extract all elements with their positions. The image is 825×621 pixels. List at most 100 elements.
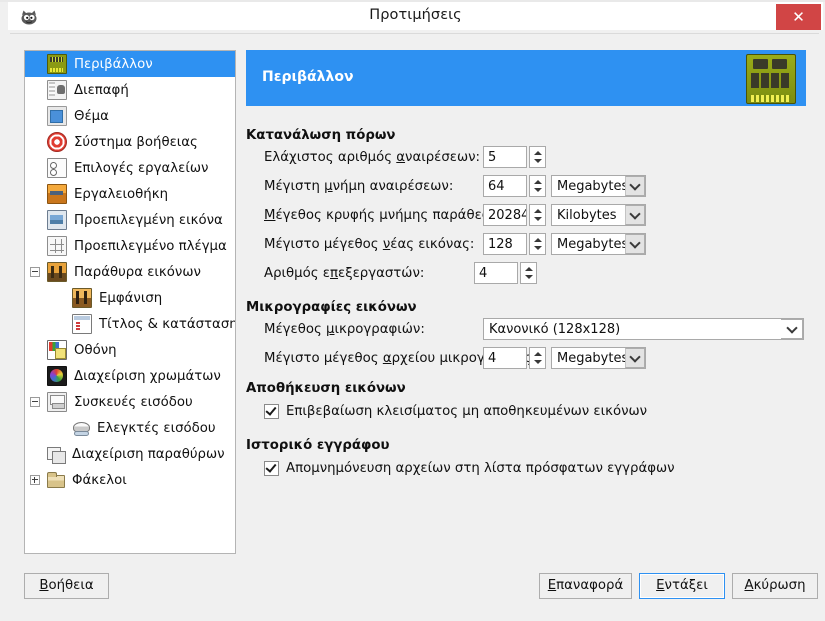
reset-button[interactable]: Επαναφορά	[539, 573, 632, 599]
help-button[interactable]: Βοήθεια	[24, 573, 109, 599]
label-tile-cache-size: Μέγεθος κρυφής μνήμης παράθεσης:	[264, 208, 511, 223]
input-tile-cache-size[interactable]: 2028424	[483, 204, 527, 226]
spinner-min-undo-levels[interactable]: 5	[483, 146, 546, 168]
dialog-footer: Βοήθεια Επαναφορά Εντάξει Ακύρωση	[10, 556, 819, 618]
sidebar-item-13[interactable]: Συσκευές εισόδου	[25, 389, 235, 415]
checkbox-label-keep-recent-documents: Απομνημόνευση αρχείων στη λίστα πρόσφατω…	[286, 461, 675, 476]
unit-value-max-thumbnail-filesize: Megabytes	[557, 350, 625, 366]
spinner-num-processors[interactable]: 4	[474, 262, 537, 284]
spinner-max-thumbnail-filesize[interactable]: 4	[483, 347, 546, 369]
interface-icon	[47, 80, 67, 100]
stepper-tile-cache-size[interactable]	[529, 204, 546, 226]
input-controllers-icon	[72, 419, 90, 437]
sidebar-item-9[interactable]: Εμφάνιση	[25, 285, 235, 311]
color-management-icon	[47, 366, 67, 386]
sidebar-item-15[interactable]: Διαχείριση παραθύρων	[25, 441, 235, 467]
spinner-max-undo-memory[interactable]: 64	[483, 175, 546, 197]
default-grid-icon	[47, 236, 67, 256]
toolbox-icon	[47, 184, 67, 204]
sidebar-item-1[interactable]: Διεπαφή	[25, 77, 235, 103]
sidebar-item-4[interactable]: Επιλογές εργαλείων	[25, 155, 235, 181]
stepper-max-new-image-size[interactable]	[529, 233, 546, 255]
chevron-down-icon[interactable]	[625, 348, 645, 368]
input-min-undo-levels[interactable]: 5	[483, 146, 527, 168]
sidebar-item-11[interactable]: Οθόνη	[25, 337, 235, 363]
input-max-undo-memory[interactable]: 64	[483, 175, 527, 197]
checkbox-confirm-close-unsaved[interactable]	[264, 404, 279, 419]
chevron-down-icon[interactable]	[781, 319, 803, 339]
sidebar-item-label: Παράθυρα εικόνων	[74, 264, 201, 280]
sidebar-item-16[interactable]: Φάκελοι	[25, 467, 235, 493]
checkbox-keep-recent-documents[interactable]	[264, 461, 279, 476]
stepper-max-thumbnail-filesize[interactable]	[529, 347, 546, 369]
sidebar-item-label: Διεπαφή	[74, 82, 129, 98]
cancel-button[interactable]: Ακύρωση	[732, 573, 818, 599]
sidebar-item-8[interactable]: Παράθυρα εικόνων	[25, 259, 235, 285]
sidebar-item-3[interactable]: Σύστημα βοήθειας	[25, 129, 235, 155]
stepper-max-undo-memory[interactable]	[529, 175, 546, 197]
chevron-down-icon[interactable]	[625, 176, 645, 196]
preferences-category-tree[interactable]: Περιβάλλον Διεπαφή Θέμα Σύστημα βοήθειας Επι…	[24, 50, 236, 554]
preferences-window: Προτιμήσεις ✕ Περιβάλλον Διεπαφή Θέμα Σύστη…	[0, 0, 825, 621]
checkbox-row-confirm-close-unsaved[interactable]: Επιβεβαίωση κλεισίματος μη αποθηκευμένων…	[264, 404, 647, 419]
chevron-down-icon[interactable]	[625, 234, 645, 254]
section-title-history: Ιστορικό εγγράφου	[246, 438, 390, 453]
memory-chip-icon	[47, 54, 67, 74]
sidebar-item-label: Φάκελοι	[72, 472, 127, 488]
sidebar-item-10[interactable]: Τίτλος & κατάσταση	[25, 311, 235, 337]
stepper-min-undo-levels[interactable]	[529, 146, 546, 168]
select-thumbnail-size[interactable]: Κανονικό (128x128)	[483, 318, 804, 340]
input-devices-icon	[47, 392, 67, 412]
sidebar-item-label: Ελεγκτές εισόδου	[97, 420, 216, 436]
sidebar-item-2[interactable]: Θέμα	[25, 103, 235, 129]
sidebar-item-5[interactable]: Εργαλειοθήκη	[25, 181, 235, 207]
label-num-processors: Αριθμός επεξεργαστών:	[264, 266, 425, 281]
sidebar-item-6[interactable]: Προεπιλεγμένη εικόνα	[25, 207, 235, 233]
sidebar-item-label: Εργαλειοθήκη	[74, 186, 168, 202]
section-title-thumbnails: Μικρογραφίες εικόνων	[246, 300, 417, 315]
section-title-saving: Αποθήκευση εικόνων	[246, 381, 406, 396]
preferences-content-pane: Περιβάλλον Κατανάλωση πόρων Ελάχιστος αρ…	[246, 50, 806, 554]
sidebar-item-label: Οθόνη	[74, 342, 117, 358]
unit-value-tile-cache-size: Kilobytes	[557, 207, 617, 223]
spinner-tile-cache-size[interactable]: 2028424	[483, 204, 546, 226]
input-max-thumbnail-filesize[interactable]: 4	[483, 347, 527, 369]
label-min-undo-levels: Ελάχιστος αριθμός αναιρέσεων:	[264, 150, 481, 165]
default-image-icon	[47, 210, 67, 230]
sidebar-item-label: Προεπιλεγμένη εικόνα	[74, 212, 223, 228]
sidebar-item-0[interactable]: Περιβάλλον	[25, 51, 235, 77]
unit-select-tile-cache-size[interactable]: Kilobytes	[551, 204, 646, 226]
sidebar-item-12[interactable]: Διαχείριση χρωμάτων	[25, 363, 235, 389]
window-management-icon	[47, 445, 66, 464]
checkbox-row-keep-recent-documents[interactable]: Απομνημόνευση αρχείων στη λίστα πρόσφατω…	[264, 461, 675, 476]
close-icon: ✕	[792, 8, 805, 26]
label-max-new-image-size: Μέγιστο μέγεθος νέας εικόνας:	[264, 237, 475, 252]
sidebar-item-label: Εμφάνιση	[99, 290, 163, 306]
sidebar-item-label: Τίτλος & κατάσταση	[99, 316, 236, 332]
collapse-icon[interactable]	[30, 267, 40, 277]
page-title: Περιβάλλον	[262, 69, 354, 85]
image-windows-icon	[47, 262, 67, 282]
section-title-resources: Κατανάλωση πόρων	[246, 128, 396, 143]
theme-icon	[47, 106, 67, 126]
display-icon	[47, 340, 67, 360]
sidebar-item-14[interactable]: Ελεγκτές εισόδου	[25, 415, 235, 441]
sidebar-item-label: Επιλογές εργαλείων	[74, 160, 209, 176]
ok-button[interactable]: Εντάξει	[639, 573, 725, 599]
unit-select-max-thumbnail-filesize[interactable]: Megabytes	[551, 347, 646, 369]
stepper-num-processors[interactable]	[520, 262, 537, 284]
unit-select-max-new-image-size[interactable]: Megabytes	[551, 233, 646, 255]
input-num-processors[interactable]: 4	[474, 262, 518, 284]
input-max-new-image-size[interactable]: 128	[483, 233, 527, 255]
expand-icon[interactable]	[30, 475, 40, 485]
unit-value-max-undo-memory: Megabytes	[557, 178, 625, 194]
sidebar-item-7[interactable]: Προεπιλεγμένο πλέγμα	[25, 233, 235, 259]
collapse-icon[interactable]	[30, 397, 40, 407]
chevron-down-icon[interactable]	[625, 205, 645, 225]
sidebar-item-label: Θέμα	[74, 108, 109, 124]
close-button[interactable]: ✕	[776, 4, 821, 30]
spinner-max-new-image-size[interactable]: 128	[483, 233, 546, 255]
dialog-body: Περιβάλλον Διεπαφή Θέμα Σύστημα βοήθειας Επι…	[10, 33, 819, 618]
unit-select-max-undo-memory[interactable]: Megabytes	[551, 175, 646, 197]
sidebar-item-label: Διαχείριση παραθύρων	[72, 446, 225, 462]
